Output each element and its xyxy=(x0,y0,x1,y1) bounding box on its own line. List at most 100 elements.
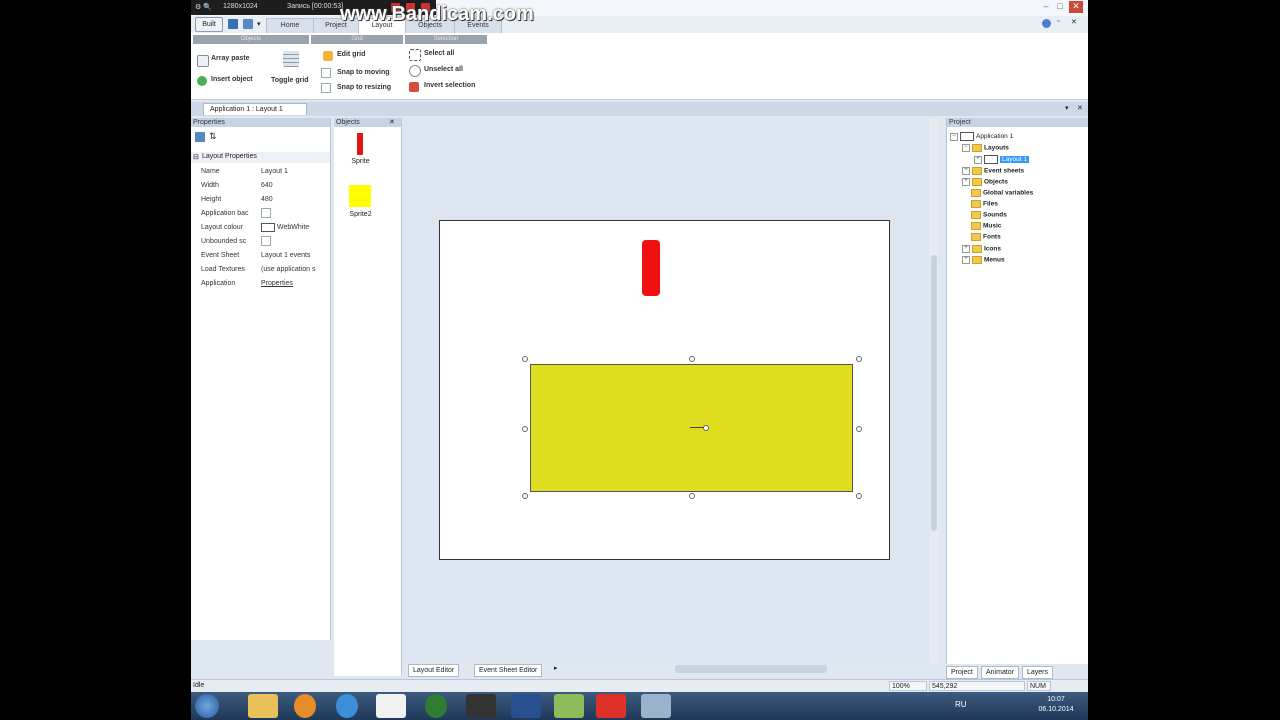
application-background-checkbox[interactable] xyxy=(261,208,271,219)
document-icon[interactable] xyxy=(376,694,406,718)
resize-handle[interactable] xyxy=(689,356,695,362)
tab-layout-editor[interactable]: Layout Editor xyxy=(408,664,460,677)
app-icon[interactable] xyxy=(425,694,447,718)
resize-handle[interactable] xyxy=(522,426,528,432)
sprite-label[interactable]: Sprite xyxy=(334,158,387,165)
properties-link[interactable]: Properties xyxy=(261,277,329,291)
property-row[interactable]: Application Properties xyxy=(201,277,329,291)
array-paste-button[interactable]: Array paste xyxy=(211,55,250,62)
expand-icon[interactable]: + xyxy=(962,256,970,264)
resize-handle[interactable] xyxy=(856,356,862,362)
sprite-instance[interactable] xyxy=(642,240,660,296)
property-row[interactable]: Width 640 xyxy=(201,179,329,193)
doc-close-icon[interactable]: ✕ xyxy=(1071,18,1077,26)
snap-resizing-checkbox[interactable] xyxy=(321,83,331,93)
collapse-icon[interactable]: − xyxy=(950,132,958,141)
game-icon[interactable] xyxy=(466,694,496,718)
horizontal-scroll-thumb[interactable] xyxy=(675,665,827,673)
tree-files[interactable]: Files xyxy=(971,200,998,208)
tab-home[interactable]: Home xyxy=(266,18,314,33)
unbounded-scrolling-checkbox[interactable] xyxy=(261,236,271,247)
tree-layout-1[interactable]: + Layout 1 xyxy=(974,155,1029,164)
expand-icon[interactable]: + xyxy=(962,178,970,186)
collapse-icon[interactable]: − xyxy=(962,144,970,152)
explorer-icon[interactable] xyxy=(248,694,278,718)
scroll-right-icon[interactable]: ▸ xyxy=(554,664,558,672)
tree-objects[interactable]: + Objects xyxy=(962,178,1008,186)
resize-handle[interactable] xyxy=(522,493,528,499)
origin-handle[interactable] xyxy=(703,425,709,431)
app-icon[interactable] xyxy=(641,694,671,718)
tree-global-variables[interactable]: Global variables xyxy=(971,189,1033,197)
edit-grid-button[interactable]: Edit grid xyxy=(337,51,365,58)
tree-music[interactable]: Music xyxy=(971,222,1001,230)
property-row[interactable]: Name Layout 1 xyxy=(201,165,329,179)
tab-project[interactable]: Project xyxy=(946,666,978,679)
expand-icon[interactable]: + xyxy=(974,155,982,164)
sprite-thumbnail[interactable] xyxy=(357,133,363,155)
resize-handle[interactable] xyxy=(856,426,862,432)
tree-fonts[interactable]: Fonts xyxy=(971,233,1001,241)
clock-date[interactable]: 06.10.2014 xyxy=(1031,706,1081,713)
sprite2-instance[interactable] xyxy=(530,364,853,492)
property-row[interactable]: Layout colour WebWhite xyxy=(201,221,329,235)
save-icon[interactable] xyxy=(228,19,238,29)
tree-icons[interactable]: + Icons xyxy=(962,245,1001,253)
snap-moving-checkbox[interactable] xyxy=(321,68,331,78)
language-indicator[interactable]: RU xyxy=(955,700,967,709)
toggle-grid-button[interactable]: Toggle grid xyxy=(271,77,309,84)
built-button[interactable]: Built xyxy=(195,17,223,32)
resize-handle[interactable] xyxy=(522,356,528,362)
chevron-down-icon[interactable]: ▾ xyxy=(257,20,261,28)
section-header[interactable]: ⊟ Layout Properties xyxy=(191,152,330,163)
tree-menus[interactable]: + Menus xyxy=(962,256,1005,264)
minimize-icon[interactable]: – xyxy=(1039,1,1053,13)
chevron-down-icon[interactable]: ▾ xyxy=(1065,104,1069,112)
zoom-level: 100% xyxy=(889,681,927,691)
project-title: Project xyxy=(947,118,1088,127)
folder-icon xyxy=(972,178,982,186)
tab-layout-1[interactable]: Application 1 : Layout 1 xyxy=(203,103,307,115)
tree-layouts[interactable]: − Layouts xyxy=(962,144,1009,152)
save-all-icon[interactable] xyxy=(243,19,253,29)
tab-animator[interactable]: Animator xyxy=(981,666,1020,679)
select-all-button[interactable]: Select all xyxy=(424,50,454,57)
vertical-scroll-thumb[interactable] xyxy=(931,255,937,531)
invert-selection-button[interactable]: Invert selection xyxy=(424,82,475,89)
yandex-icon[interactable] xyxy=(596,694,626,718)
project-panel: Project − Application 1 − Layouts + Layout … xyxy=(946,118,1088,664)
tree-event-sheets[interactable]: + Event sheets xyxy=(962,167,1024,175)
sort-icon[interactable]: ⇅ xyxy=(209,131,217,142)
property-row[interactable]: Unbounded sc xyxy=(201,235,329,249)
unselect-all-button[interactable]: Unselect all xyxy=(424,66,463,73)
tab-layers[interactable]: Layers xyxy=(1022,666,1054,679)
window-close-icon[interactable]: ✕ xyxy=(1069,1,1083,13)
browser-icon[interactable] xyxy=(336,694,358,718)
close-icon[interactable]: ✕ xyxy=(389,118,395,126)
close-tab-icon[interactable]: ✕ xyxy=(1077,104,1083,112)
help-icon[interactable] xyxy=(1042,19,1051,28)
property-row[interactable]: Height 480 xyxy=(201,193,329,207)
expand-icon[interactable]: + xyxy=(962,245,970,253)
property-row[interactable]: Event Sheet Layout 1 events xyxy=(201,249,329,263)
property-row[interactable]: Application bac xyxy=(201,207,329,221)
maximize-icon[interactable]: □ xyxy=(1053,1,1067,13)
sprite2-thumbnail[interactable] xyxy=(349,185,371,207)
expand-icon[interactable]: + xyxy=(962,167,970,175)
clock-time[interactable]: 10:07 xyxy=(1031,696,1081,703)
property-row[interactable]: Load Textures (use application s xyxy=(201,263,329,277)
media-player-icon[interactable] xyxy=(294,694,316,718)
tab-event-sheet-editor[interactable]: Event Sheet Editor xyxy=(474,664,543,677)
tree-sounds[interactable]: Sounds xyxy=(971,211,1007,219)
insert-object-button[interactable]: Insert object xyxy=(211,76,253,83)
app-icon[interactable] xyxy=(511,694,541,718)
sprite2-label[interactable]: Sprite2 xyxy=(334,211,387,218)
start-button[interactable] xyxy=(195,694,219,718)
resize-handle[interactable] xyxy=(856,493,862,499)
tree-root[interactable]: − Application 1 xyxy=(950,132,1013,141)
construct-icon[interactable] xyxy=(554,694,584,718)
categorized-icon[interactable] xyxy=(195,132,205,142)
resize-handle[interactable] xyxy=(689,493,695,499)
restore-icon[interactable]: ▫ xyxy=(1057,18,1059,25)
color-swatch[interactable] xyxy=(261,222,275,232)
